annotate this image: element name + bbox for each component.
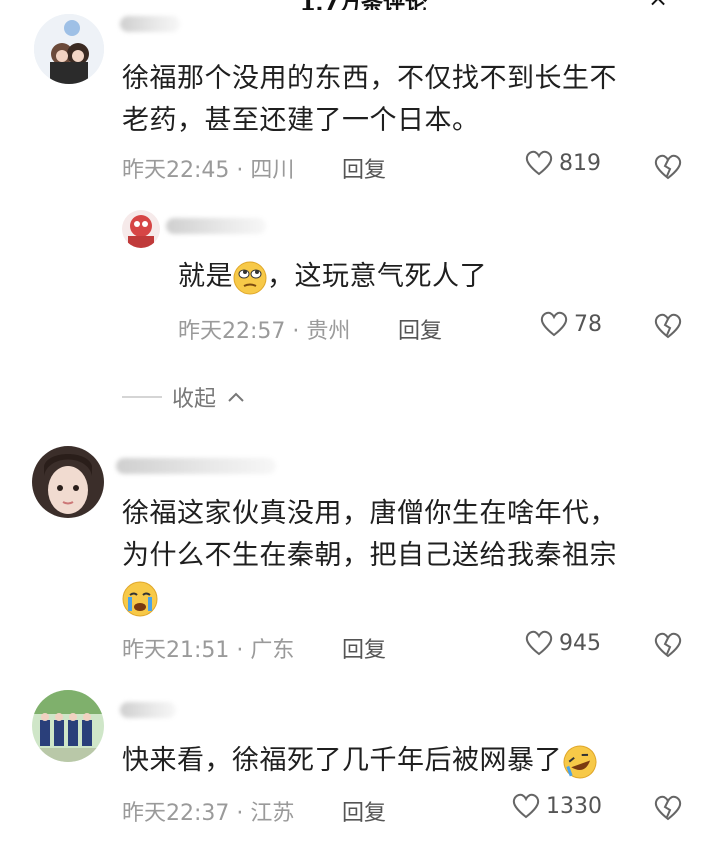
username[interactable] bbox=[166, 218, 266, 234]
chevron-up-icon bbox=[228, 392, 244, 402]
avatar[interactable] bbox=[34, 14, 104, 84]
reply-text-part: 就是 bbox=[178, 261, 233, 292]
heart-icon bbox=[540, 311, 568, 337]
comment-text: 徐福这家伙真没用，唐僧你生在啥年代， 为什么不生在秦朝，把自己送给我秦祖宗 bbox=[122, 493, 682, 619]
collapse-label: 收起 bbox=[172, 387, 217, 412]
heart-icon bbox=[525, 630, 553, 656]
like-count: 1330 bbox=[546, 793, 602, 819]
like-count: 819 bbox=[559, 150, 601, 176]
heart-icon bbox=[512, 793, 540, 819]
dislike-icon[interactable] bbox=[654, 795, 682, 821]
username[interactable] bbox=[120, 16, 180, 32]
dislike-icon[interactable] bbox=[654, 632, 682, 658]
comment-time-location: 昨天22:57 · 贵州 bbox=[178, 319, 351, 344]
username[interactable] bbox=[120, 702, 176, 718]
avatar[interactable] bbox=[122, 210, 160, 248]
top-bar: 1.7万条评论 × bbox=[0, 0, 720, 10]
reply-button[interactable]: 回复 bbox=[342, 795, 386, 827]
divider bbox=[122, 396, 162, 398]
reply-button[interactable]: 回复 bbox=[342, 152, 386, 184]
username[interactable] bbox=[116, 458, 276, 474]
comment-text-line: 徐福那个没用的东西，不仅找不到长生不 bbox=[122, 63, 617, 94]
heart-icon bbox=[525, 150, 553, 176]
like-button[interactable]: 78 bbox=[540, 311, 602, 337]
comment-text-line: 老药，甚至还建了一个日本。 bbox=[122, 105, 480, 136]
avatar[interactable] bbox=[32, 446, 104, 518]
reply-button[interactable]: 回复 bbox=[398, 313, 442, 345]
comment-text: 快来看，徐福死了几千年后被网暴了 bbox=[122, 740, 682, 782]
comments-title: 1.7万条评论 bbox=[300, 0, 427, 10]
like-button[interactable]: 1330 bbox=[512, 793, 602, 819]
reply-text: 就是 ，这玩意气死人了 bbox=[178, 256, 658, 298]
comment-time-location: 昨天21:51 · 广东 bbox=[122, 638, 295, 663]
close-icon[interactable]: × bbox=[648, 0, 668, 10]
dislike-icon[interactable] bbox=[654, 154, 682, 180]
comment-text-line: 为什么不生在秦朝，把自己送给我秦祖宗 bbox=[122, 540, 617, 571]
comment-text-line: 徐福这家伙真没用，唐僧你生在啥年代， bbox=[122, 498, 617, 529]
like-count: 945 bbox=[559, 630, 601, 656]
reply-text-part: ，这玩意气死人了 bbox=[267, 261, 487, 292]
like-button[interactable]: 819 bbox=[525, 150, 601, 176]
comment-time-location: 昨天22:45 · 四川 bbox=[122, 158, 295, 183]
collapse-replies-button[interactable]: 收起 bbox=[122, 381, 246, 413]
dislike-icon[interactable] bbox=[654, 313, 682, 339]
comment-text-line bbox=[122, 577, 682, 619]
like-button[interactable]: 945 bbox=[525, 630, 601, 656]
comment-text: 徐福那个没用的东西，不仅找不到长生不 老药，甚至还建了一个日本。 bbox=[122, 58, 682, 142]
rofl-emoji bbox=[563, 745, 597, 778]
comment-time-location: 昨天22:37 · 江苏 bbox=[122, 801, 295, 826]
reply-button[interactable]: 回复 bbox=[342, 632, 386, 664]
crying-emoji bbox=[122, 581, 158, 616]
avatar[interactable] bbox=[32, 690, 104, 762]
eye-roll-emoji bbox=[233, 261, 267, 294]
like-count: 78 bbox=[574, 311, 602, 337]
comment-text-part: 快来看，徐福死了几千年后被网暴了 bbox=[122, 745, 562, 776]
